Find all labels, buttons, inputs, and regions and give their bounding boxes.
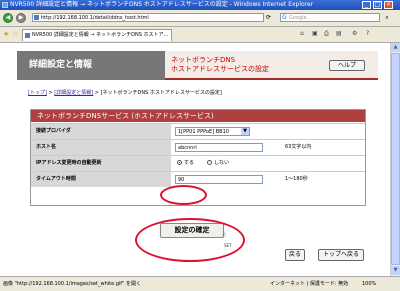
tab-current[interactable]: NVR500 詳細設定と情報 → ネットボランチDNS ホストア... (22, 29, 172, 41)
page-header: 詳細設定と情報 ネットボランチDNS ホストアドレスサービスの設定 ヘルプ (17, 51, 378, 80)
host-row: ホスト名 abcnnri 63文字以内 (31, 139, 365, 155)
timeout-hint: 1〜180秒 (285, 176, 308, 182)
window-title-bar: NVR500 詳細設定と情報 → ネットボランチDNS ホストアドレスサービスの… (0, 0, 400, 10)
breadcrumb-top-link[interactable]: [トップ] (28, 90, 47, 96)
provider-select-value: 1[PP01 PPPoE] BB10 (178, 129, 229, 135)
print-icon[interactable]: ⎙ (324, 30, 329, 38)
breadcrumb: [トップ] > [詳細設定と情報] > [ネットボランチDNS ホストアドレスサ… (28, 89, 222, 96)
home-icon[interactable]: ⌂ (300, 30, 304, 38)
auto-update-on-radio[interactable]: する (177, 160, 194, 167)
search-icon[interactable]: ⌕ (381, 13, 393, 22)
header-section-title: 詳細設定と情報 (17, 51, 165, 80)
add-favorites-icon[interactable]: ☆ (12, 30, 18, 38)
forward-nav-icon[interactable]: ▶ (16, 13, 26, 23)
page-title-line1: ネットボランチDNS (171, 56, 236, 64)
favorites-star-icon[interactable]: ★ (3, 30, 9, 38)
help-menu-icon[interactable]: ? (366, 30, 369, 38)
close-window-button[interactable]: × (384, 1, 393, 9)
auto-update-on-label: する (184, 160, 195, 166)
page-title: ネットボランチDNS ホストアドレスサービスの設定 (171, 56, 269, 74)
host-hint: 63文字以内 (285, 144, 312, 150)
feeds-icon[interactable]: ▣ (312, 30, 318, 38)
page-content: 詳細設定と情報 ネットボランチDNS ホストアドレスサービスの設定 ヘルプ [ト… (0, 43, 390, 276)
scroll-down-icon[interactable]: ▼ (391, 266, 400, 275)
help-button[interactable]: ヘルプ (329, 60, 365, 71)
confirm-highlight-circle (135, 218, 245, 262)
provider-label: 接続プロバイダ (31, 124, 171, 139)
timeout-input[interactable]: 90 (175, 175, 263, 184)
address-toolbar: ◀ ▶ http://192.168.100.1/detail/ddns_hos… (0, 10, 400, 27)
status-link-text: 画像 "http://192.168.100.1/images/set_whit… (3, 281, 141, 287)
status-bar: 画像 "http://192.168.100.1/images/set_whit… (0, 276, 400, 291)
back-to-top-button[interactable]: トップへ戻る (318, 249, 364, 261)
search-placeholder: Google (289, 15, 307, 21)
chevron-down-icon[interactable]: ▼ (241, 128, 249, 135)
page-title-line2: ホストアドレスサービスの設定 (171, 65, 269, 73)
breadcrumb-sep: > (48, 90, 53, 96)
panel-title: ネットボランチDNSサービス (ホストアドレスサービス) (31, 110, 365, 122)
provider-row: 接続プロバイダ 1[PP01 PPPoE] BB10 ▼ (31, 123, 365, 139)
maximize-button[interactable]: □ (373, 1, 382, 9)
page-icon (34, 15, 39, 20)
scroll-thumb[interactable] (391, 53, 400, 265)
host-label: ホスト名 (31, 140, 171, 155)
zoom-level[interactable]: 100% (362, 277, 376, 291)
back-nav-icon[interactable]: ◀ (3, 13, 13, 23)
scroll-up-icon[interactable]: ▲ (391, 43, 400, 52)
vertical-scrollbar[interactable]: ▲ ▼ (390, 43, 400, 276)
window-title: NVR500 詳細設定と情報 → ネットボランチDNS ホストアドレスサービスの… (10, 1, 314, 8)
breadcrumb-current: [ネットボランチDNS ホストアドレスサービスの設定] (100, 90, 222, 96)
breadcrumb-detail-link[interactable]: [詳細設定と情報] (54, 90, 93, 96)
tab-page-icon (25, 33, 30, 38)
timeout-label: タイムアウト時間 (31, 172, 171, 187)
auto-update-label: IPアドレス変更時の自動更新 (31, 156, 171, 171)
radio-selected-icon (177, 160, 182, 165)
page-menu-icon[interactable]: ▤ (336, 30, 342, 38)
address-url: http://192.168.100.1/detail/ddns_host.ht… (41, 15, 149, 21)
timeout-row: タイムアウト時間 90 1〜180秒 (31, 171, 365, 187)
address-input[interactable]: http://192.168.100.1/detail/ddns_host.ht… (32, 13, 264, 22)
auto-update-row: IPアドレス変更時の自動更新 する しない (31, 155, 365, 171)
refresh-icon[interactable]: ⟳ (266, 13, 271, 22)
host-highlight-circle (160, 185, 207, 205)
status-zone: インターネット | 保護モード: 無効 (270, 281, 349, 287)
auto-update-off-radio[interactable]: しない (207, 160, 229, 167)
breadcrumb-sep: > (94, 90, 99, 96)
tools-menu-icon[interactable]: ⚙ (352, 30, 357, 38)
ie-app-icon (2, 2, 8, 8)
header-page-title-area: ネットボランチDNS ホストアドレスサービスの設定 ヘルプ (165, 51, 378, 80)
tab-label: NVR500 詳細設定と情報 → ネットボランチDNS ホストア... (32, 32, 169, 38)
search-input[interactable]: G Google (280, 13, 380, 22)
back-button[interactable]: 戻る (285, 249, 305, 261)
host-name-input[interactable]: abcnnri (175, 143, 263, 152)
minimize-button[interactable]: _ (362, 1, 371, 9)
google-icon: G (282, 14, 287, 21)
tab-bar: ★ ☆ NVR500 詳細設定と情報 → ネットボランチDNS ホストア... … (0, 27, 400, 43)
provider-select[interactable]: 1[PP01 PPPoE] BB10 ▼ (175, 127, 250, 136)
auto-update-off-label: しない (214, 160, 230, 166)
radio-unselected-icon (207, 160, 212, 165)
